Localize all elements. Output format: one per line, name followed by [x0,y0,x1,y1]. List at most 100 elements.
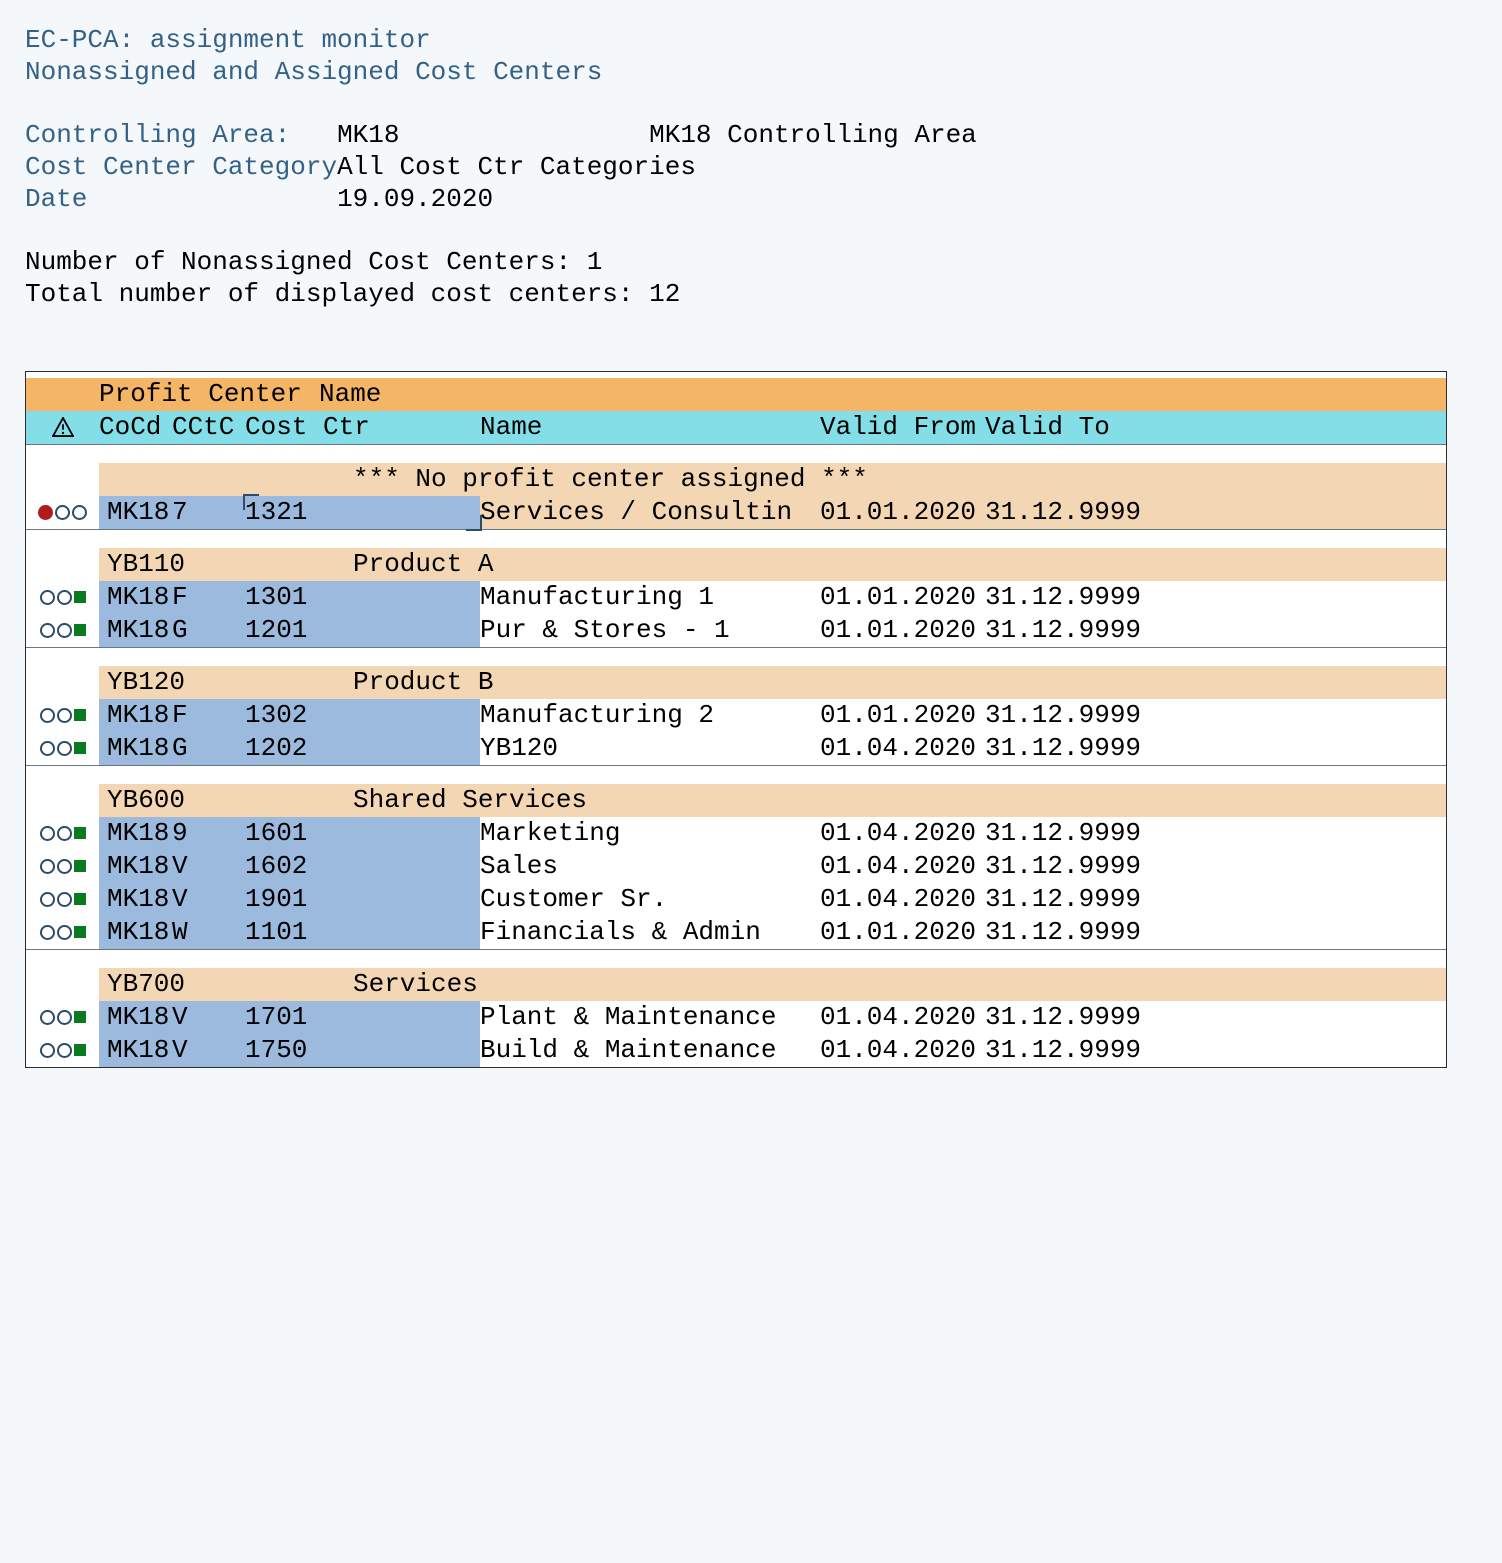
status-empty-icon [57,1010,72,1025]
valid-from-cell: 01.01.2020 [820,581,985,614]
valid-from-cell: 01.04.2020 [820,817,985,850]
cctc-cell: 9 [172,817,245,850]
cocd-cell: MK18 [99,1034,172,1067]
status-empty-icon [40,859,55,874]
cocd-cell: MK18 [99,732,172,765]
cost-center-row[interactable]: MK18V1901Customer Sr.01.04.202031.12.999… [26,883,1446,916]
cctc-cell: F [172,699,245,732]
group-code: YB600 [99,784,327,817]
cost-center-cell[interactable]: 1602 [245,850,480,883]
name-cell: Marketing [480,817,820,850]
cctc-cell: V [172,1001,245,1034]
valid-to-cell: 31.12.9999 [985,916,1446,949]
cc-category-value: All Cost Ctr Categories [337,152,696,182]
status-empty-icon [40,1010,55,1025]
status-green-icon [74,860,86,872]
cost-center-cell[interactable]: 1321 [245,496,480,529]
cocd-cell: MK18 [99,699,172,732]
group-name: *** No profit center assigned *** [327,463,1446,496]
status-empty-icon [40,892,55,907]
cost-center-cell[interactable]: 1701 [245,1001,480,1034]
status-empty-icon [40,590,55,605]
group-code: YB700 [99,968,327,1001]
cost-center-cell[interactable]: 1601 [245,817,480,850]
status-empty-icon [40,708,55,723]
cocd-cell: MK18 [99,916,172,949]
cost-center-row[interactable]: MK18F1301Manufacturing 101.01.202031.12.… [26,581,1446,614]
cost-center-row[interactable]: MK18W1101Financials & Admin01.01.202031.… [26,916,1446,949]
page-title-2: Nonassigned and Assigned Cost Centers [25,57,1502,89]
group-header-row[interactable]: YB110Product A [26,548,1446,581]
header-row-profit-center: Profit Center Name [26,378,1446,411]
report-header: EC-PCA: assignment monitor Nonassigned a… [25,25,1502,215]
total-label: Total number of displayed cost centers: [25,279,634,309]
valid-from-cell: 01.01.2020 [820,699,985,732]
cctc-cell: V [172,883,245,916]
valid-from-cell: 01.04.2020 [820,1001,985,1034]
col-header-cocd: CoCd [99,411,172,444]
name-cell: YB120 [480,732,820,765]
cost-center-cell[interactable]: 1302 [245,699,480,732]
status-empty-icon [57,925,72,940]
nonassigned-value: 1 [587,247,603,277]
status-green-icon [74,624,86,636]
cost-center-cell[interactable]: 1202 [245,732,480,765]
counts-block: Number of Nonassigned Cost Centers: 1 To… [25,247,1502,310]
col-header-name-2: Name [480,411,820,444]
group-header-row[interactable]: YB120Product B [26,666,1446,699]
cctc-cell: F [172,581,245,614]
cost-center-row[interactable]: MK1891601Marketing01.04.202031.12.9999 [26,817,1446,850]
valid-from-cell: 01.04.2020 [820,850,985,883]
name-cell: Manufacturing 2 [480,699,820,732]
valid-from-cell: 01.04.2020 [820,1034,985,1067]
profit-center-group: YB110Product AMK18F1301Manufacturing 101… [26,530,1446,648]
group-code: YB110 [99,548,327,581]
date-value: 19.09.2020 [337,184,493,214]
status-empty-icon [40,741,55,756]
cctc-cell: V [172,850,245,883]
cocd-cell: MK18 [99,1001,172,1034]
valid-to-cell: 31.12.9999 [985,883,1446,916]
status-cell [26,614,99,647]
cost-center-cell[interactable]: 1750 [245,1034,480,1067]
status-green-icon [74,1011,86,1023]
group-name: Product A [327,548,1446,581]
cost-center-cell[interactable]: 1301 [245,581,480,614]
cost-center-row[interactable]: MK18G1201Pur & Stores - 101.01.202031.12… [26,614,1446,647]
group-header-row[interactable]: *** No profit center assigned *** [26,463,1446,496]
status-cell [26,732,99,765]
col-header-name-1: Name [319,378,1446,411]
status-cell [26,850,99,883]
cost-center-row[interactable]: MK18V1701Plant & Maintenance01.04.202031… [26,1001,1446,1034]
header-row-detail: CoCd CCtC Cost Ctr Name Valid From Valid… [26,411,1446,444]
status-cell [26,699,99,732]
valid-to-cell: 31.12.9999 [985,614,1446,647]
status-cell [26,1001,99,1034]
col-header-cost-ctr: Cost Ctr [245,411,480,444]
cost-center-cell[interactable]: 1201 [245,614,480,647]
group-header-row[interactable]: YB600Shared Services [26,784,1446,817]
cost-center-row[interactable]: MK18G1202YB12001.04.202031.12.9999 [26,732,1446,765]
status-cell [26,916,99,949]
valid-to-cell: 31.12.9999 [985,817,1446,850]
cost-center-row[interactable]: MK18V1602Sales01.04.202031.12.9999 [26,850,1446,883]
valid-to-cell: 31.12.9999 [985,732,1446,765]
cost-center-cell[interactable]: 1901 [245,883,480,916]
status-empty-icon [57,859,72,874]
assignment-table: Profit Center Name CoCd CCtC Cost Ctr Na… [25,371,1447,1068]
status-green-icon [74,709,86,721]
status-red-icon [38,505,53,520]
cost-center-cell[interactable]: 1101 [245,916,480,949]
cost-center-row[interactable]: MK18F1302Manufacturing 201.01.202031.12.… [26,699,1446,732]
cctc-cell: W [172,916,245,949]
valid-from-cell: 01.01.2020 [820,614,985,647]
cost-center-row[interactable]: MK1871321Services / Consultin01.01.20203… [26,496,1446,529]
col-header-valid-to: Valid To [985,411,1446,444]
status-empty-icon [57,826,72,841]
status-cell [26,581,99,614]
group-name: Product B [327,666,1446,699]
cctc-cell: 7 [172,496,245,529]
cost-center-row[interactable]: MK18V1750Build & Maintenance01.04.202031… [26,1034,1446,1067]
warning-icon [26,411,99,444]
group-header-row[interactable]: YB700Services [26,968,1446,1001]
